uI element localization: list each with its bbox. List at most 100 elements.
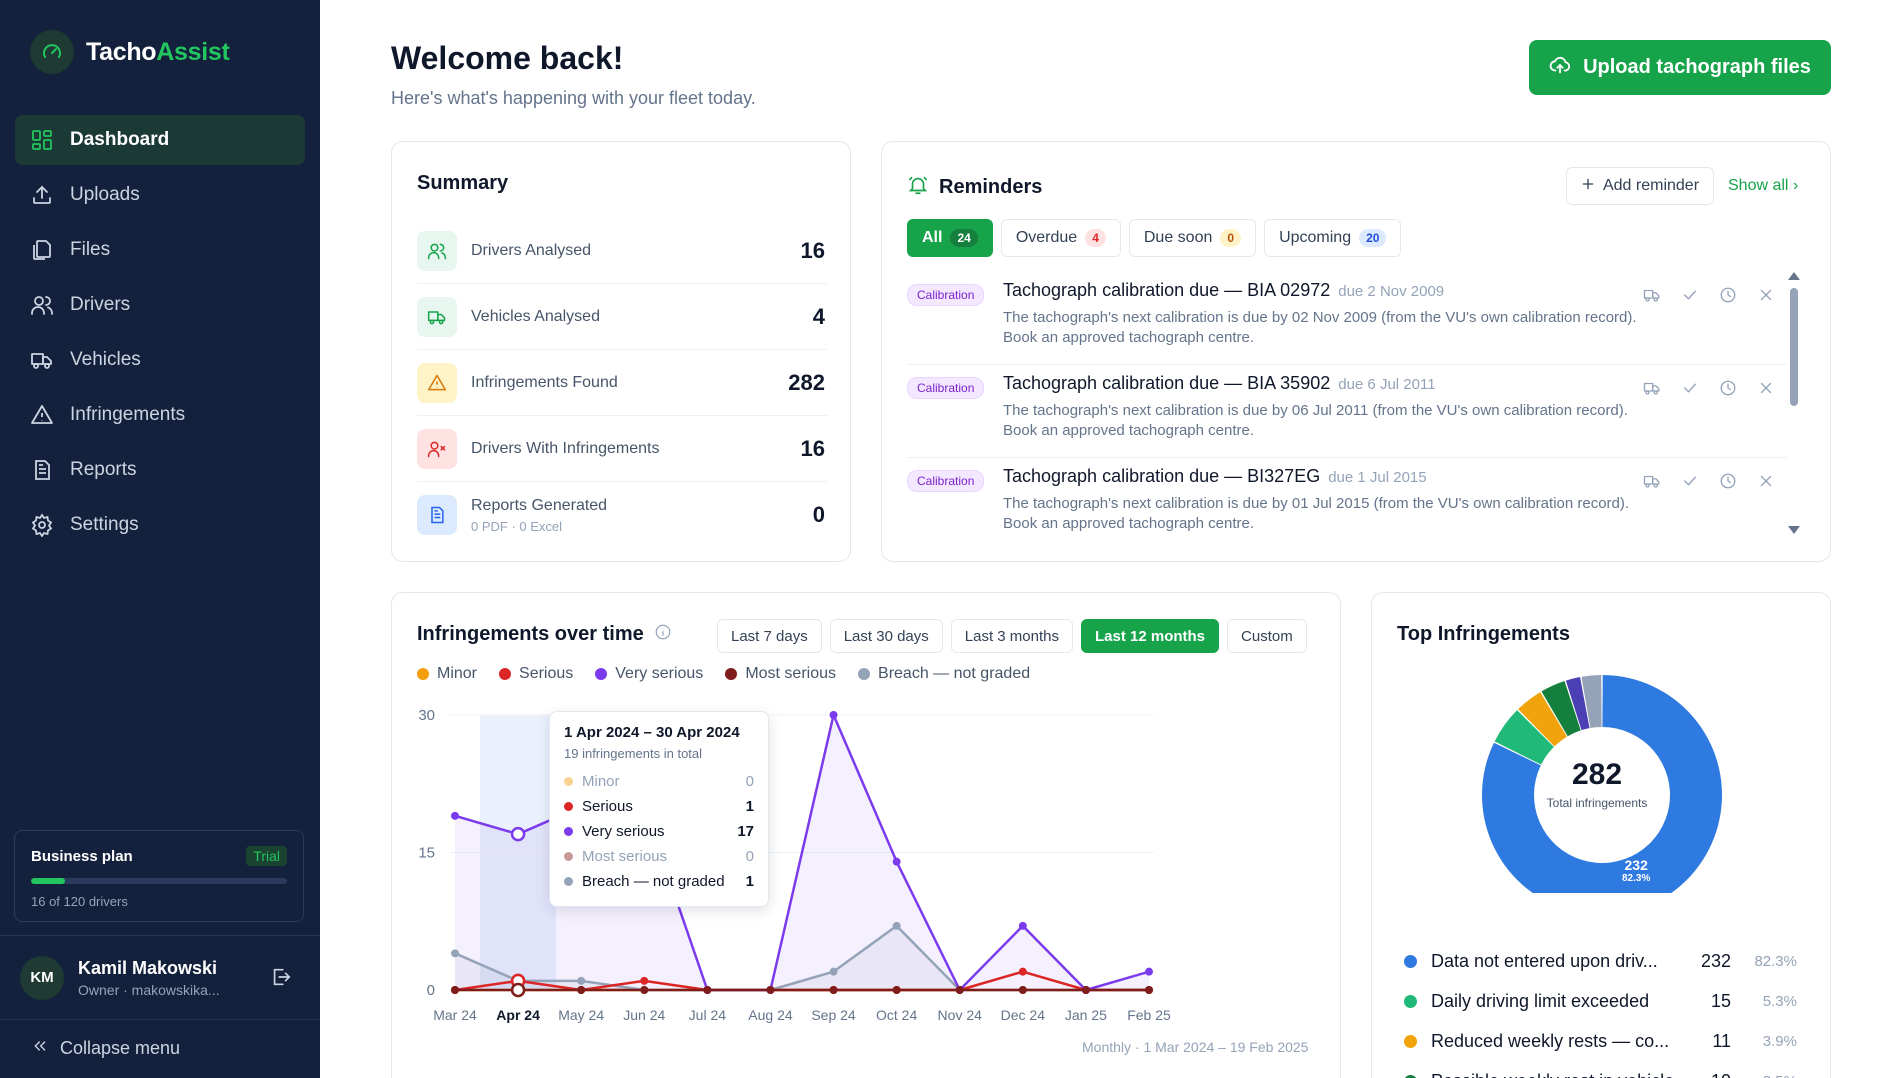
summary-sublabel: 0 PDF · 0 Excel — [471, 518, 563, 534]
x-tick-label: Apr 24 — [496, 1007, 540, 1023]
page-title: Welcome back! — [391, 40, 624, 76]
data-point — [640, 976, 649, 985]
top-infringement-row[interactable]: Daily driving limit exceeded 15 5.3% — [1404, 981, 1804, 1021]
close-icon[interactable] — [1757, 379, 1775, 397]
sidebar-item-vehicles[interactable]: Vehicles — [15, 335, 305, 385]
plan-name: Business plan — [31, 847, 133, 865]
line-chart: 0 15 30 Mar 24 Apr 24 May 24 Jun 24 Jul 24 Aug 2… — [418, 707, 1171, 1023]
row-percent: 3.5% — [1731, 1073, 1797, 1078]
tooltip-value: 0 — [745, 773, 754, 790]
chevrons-left-icon — [32, 1038, 48, 1059]
reminder-due: due 1 Jul 2015 — [1328, 469, 1427, 486]
chart-tooltip: 1 Apr 2024 – 30 Apr 2024 19 infringement… — [549, 711, 769, 907]
clock-icon[interactable] — [1719, 286, 1737, 304]
brand[interactable]: TachoAssist — [30, 30, 230, 74]
summary-row-reports-generated[interactable]: Reports Generated 0 PDF · 0 Excel 0 — [417, 482, 827, 548]
sidebar-item-reports[interactable]: Reports — [15, 445, 305, 495]
summary-row-infringements-found[interactable]: Infringements Found 282 — [417, 350, 827, 416]
summary-value: 16 — [800, 237, 825, 263]
reminder-title: Tachograph calibration due — BIA 35902 — [1003, 373, 1331, 393]
user-x-icon — [417, 428, 457, 469]
sidebar-item-label: Settings — [70, 514, 139, 535]
files-icon — [33, 240, 51, 260]
row-value: 15 — [1710, 990, 1731, 1011]
collapse-menu-button[interactable]: Collapse menu — [32, 1038, 180, 1059]
filter-overdue[interactable]: Overdue 4 — [1000, 219, 1121, 257]
reminder-scrollbar[interactable] — [1788, 272, 1800, 538]
summary-row-drivers-with-infringements[interactable]: Drivers With Infringements 16 — [417, 416, 827, 482]
user-profile[interactable]: KM Kamil Makowski Owner · makowskika... — [0, 935, 320, 1020]
close-icon[interactable] — [1757, 472, 1775, 490]
chevron-right-icon: › — [1792, 177, 1799, 194]
reminder-title: Tachograph calibration due — BIA 02972 — [1003, 280, 1331, 300]
sidebar-item-drivers[interactable]: Drivers — [15, 280, 305, 330]
logout-icon[interactable] — [270, 966, 292, 993]
filter-all[interactable]: All 24 — [907, 219, 993, 257]
data-point — [510, 982, 526, 998]
sidebar-item-uploads[interactable]: Uploads — [15, 170, 305, 220]
scroll-up-arrow[interactable] — [1788, 272, 1800, 280]
summary-label: Vehicles Analysed — [471, 307, 600, 325]
plan-usage-bar — [31, 878, 287, 884]
filter-due-soon[interactable]: Due soon 0 — [1128, 219, 1257, 257]
truck-icon — [31, 353, 52, 369]
scroll-thumb[interactable] — [1790, 288, 1798, 406]
plan-card[interactable]: Business plan Trial 16 of 120 drivers — [14, 830, 304, 922]
sidebar-item-label: Infringements — [70, 404, 186, 425]
tooltip-title: 1 Apr 2024 – 30 Apr 2024 — [564, 724, 740, 741]
sidebar-item-label: Dashboard — [70, 129, 170, 150]
add-reminder-button[interactable]: Add reminder — [1566, 167, 1714, 205]
clock-icon[interactable] — [1719, 379, 1737, 397]
x-tick-label: Jun 24 — [623, 1007, 665, 1023]
reminder-item[interactable]: Calibration Tachograph calibration due — … — [907, 458, 1787, 551]
filter-upcoming[interactable]: Upcoming 20 — [1264, 219, 1402, 257]
brand-name: TachoAssist — [86, 37, 230, 66]
row-dot — [1404, 1074, 1417, 1078]
check-icon[interactable] — [1681, 379, 1699, 397]
reminder-item[interactable]: Calibration Tachograph calibration due — … — [907, 365, 1787, 458]
reminder-filters: All 24 Overdue 4 Due soon 0 Upcoming 20 — [907, 219, 1402, 257]
reminder-item[interactable]: Calibration Tachograph calibration due — … — [907, 272, 1787, 365]
filter-count: 20 — [1359, 229, 1387, 247]
row-percent: 82.3% — [1754, 952, 1797, 970]
y-tick-label: 30 — [418, 707, 435, 724]
summary-label: Reports Generated — [471, 496, 608, 514]
tooltip-value: 0 — [745, 848, 754, 865]
tooltip-row: Very serious 17 — [564, 819, 754, 844]
report-icon — [417, 495, 457, 535]
sidebar-item-label: Vehicles — [70, 349, 141, 370]
clock-icon[interactable] — [1719, 472, 1737, 490]
data-point — [703, 986, 712, 994]
reminder-tag: Calibration — [907, 377, 985, 399]
top-infringement-row[interactable]: Possible weekly rest in vehicle103.5% — [1404, 1061, 1804, 1078]
summary-row-vehicles-analysed[interactable]: Vehicles Analysed 4 — [417, 284, 827, 350]
sidebar-item-settings[interactable]: Settings — [15, 500, 305, 550]
row-label: Data not entered upon driv... — [1431, 950, 1658, 971]
truck-icon[interactable] — [1643, 472, 1661, 490]
truck-icon[interactable] — [1643, 379, 1661, 397]
top-infringement-row[interactable]: Reduced weekly rests — co... 11 3.9% — [1404, 1021, 1804, 1061]
check-icon[interactable] — [1681, 286, 1699, 304]
summary-value: 282 — [788, 369, 825, 395]
x-tick-label: Mar 24 — [433, 1007, 477, 1023]
top-infringement-row[interactable]: Data not entered upon driv... 232 82.3% — [1404, 941, 1804, 981]
scroll-down-arrow[interactable] — [1788, 526, 1800, 534]
truck-icon[interactable] — [1643, 286, 1661, 304]
sidebar-item-infringements[interactable]: Infringements — [15, 390, 305, 440]
sidebar-item-label: Drivers — [70, 294, 131, 315]
sidebar-item-dashboard[interactable]: Dashboard — [15, 115, 305, 165]
gear-icon — [31, 513, 53, 537]
summary-row-drivers-analysed[interactable]: Drivers Analysed 16 — [417, 218, 827, 284]
data-point — [510, 826, 526, 842]
reminder-description: The tachograph's next calibration is due… — [1003, 402, 1628, 439]
bell-icon — [907, 174, 929, 201]
sidebar-item-files[interactable]: Files — [15, 225, 305, 275]
show-all-link[interactable]: Show all › — [1728, 177, 1798, 195]
x-tick-label: Oct 24 — [876, 1007, 917, 1023]
check-icon[interactable] — [1681, 472, 1699, 490]
upload-tachograph-button[interactable]: Upload tachograph files — [1529, 40, 1831, 95]
x-tick-label: Jan 25 — [1065, 1007, 1107, 1023]
close-icon[interactable] — [1757, 286, 1775, 304]
tooltip-value: 1 — [745, 873, 754, 890]
row-label: Daily driving limit exceeded — [1431, 990, 1650, 1011]
